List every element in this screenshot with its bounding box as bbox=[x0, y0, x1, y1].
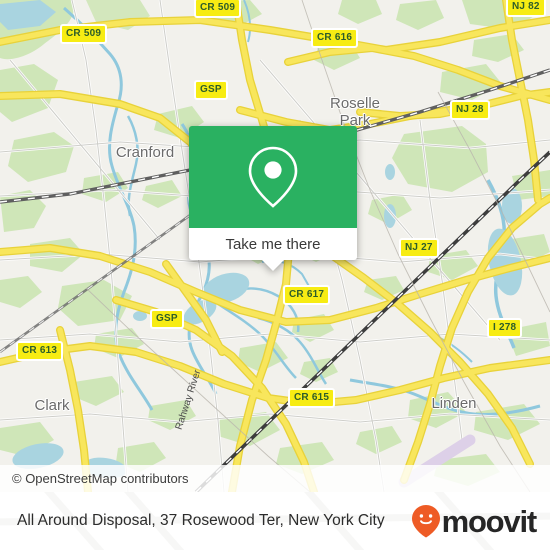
moovit-wordmark: moovit bbox=[441, 503, 538, 539]
road-shield[interactable]: NJ 82 bbox=[506, 0, 546, 17]
road-shield[interactable]: I 278 bbox=[487, 318, 523, 338]
map-canvas[interactable]: CR 509 CR 509 CR 616 NJ 82 GSP NJ 28 NJ … bbox=[0, 0, 550, 492]
road-shield[interactable]: GSP bbox=[150, 309, 184, 329]
popup-action-label: Take me there bbox=[225, 235, 321, 253]
road-shield[interactable]: NJ 28 bbox=[450, 100, 490, 120]
place-label-cranford: Cranford bbox=[115, 144, 175, 161]
map-pin-icon bbox=[248, 146, 298, 208]
place-label-clark: Clark bbox=[34, 397, 70, 414]
page-title: All Around Disposal, 37 Rosewood Ter, Ne… bbox=[17, 512, 385, 529]
popup-pointer-tail bbox=[262, 260, 284, 271]
place-label-linden: Linden bbox=[431, 395, 477, 412]
moovit-smiley-pin-icon bbox=[411, 505, 440, 538]
road-shield[interactable]: CR 509 bbox=[194, 0, 242, 18]
road-shield[interactable]: GSP bbox=[194, 80, 228, 100]
road-shield[interactable]: CR 616 bbox=[311, 28, 359, 48]
road-shield[interactable]: NJ 27 bbox=[399, 238, 439, 258]
road-shield[interactable]: CR 613 bbox=[16, 341, 64, 361]
place-label-roselle-park: Roselle Park bbox=[329, 95, 381, 129]
footer-bar: All Around Disposal, 37 Rosewood Ter, Ne… bbox=[0, 492, 550, 550]
popup-action[interactable]: Take me there bbox=[189, 228, 357, 260]
map-screenshot: CR 509 CR 509 CR 616 NJ 82 GSP NJ 28 NJ … bbox=[0, 0, 550, 550]
map-attribution-bar: © OpenStreetMap contributors bbox=[0, 465, 550, 492]
road-shield[interactable]: CR 615 bbox=[288, 388, 336, 408]
attribution-text[interactable]: © OpenStreetMap contributors bbox=[12, 471, 189, 486]
moovit-brand-logo[interactable]: moovit bbox=[411, 492, 538, 550]
popup-header bbox=[189, 126, 357, 228]
road-shield[interactable]: CR 617 bbox=[283, 285, 331, 305]
location-popup[interactable]: Take me there bbox=[189, 126, 357, 271]
road-shield[interactable]: CR 509 bbox=[60, 24, 108, 44]
